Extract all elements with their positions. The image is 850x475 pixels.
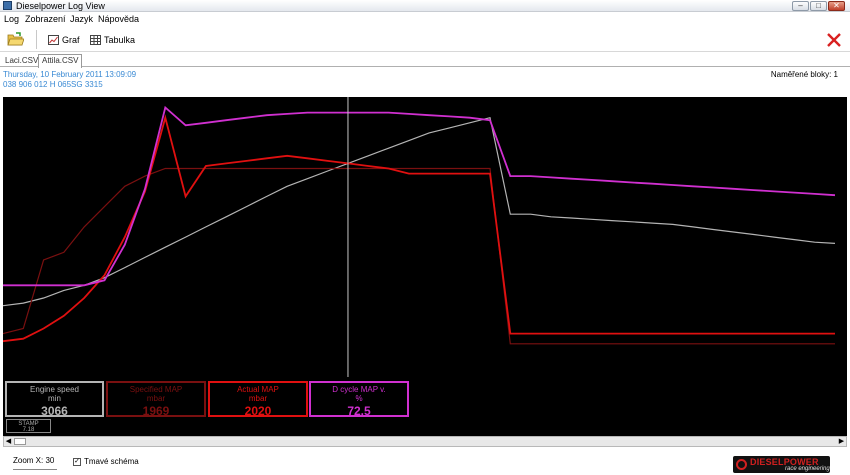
value-box-unit: mbar	[146, 394, 166, 403]
zoom-slider[interactable]	[13, 469, 57, 470]
scroll-right-arrow-icon[interactable]: ▶	[837, 438, 846, 445]
value-box-unit: min	[48, 394, 61, 403]
table-icon	[90, 35, 101, 45]
dark-scheme-checkbox[interactable]: ✓ Tmavé schéma	[73, 457, 139, 466]
duty-cycle-line	[3, 105, 836, 287]
measured-blocks: Naměřené bloky: 1	[770, 70, 838, 79]
dark-scheme-label: Tmavé schéma	[84, 457, 139, 466]
scroll-thumb[interactable]	[14, 438, 26, 445]
graph-button[interactable]: Graf	[48, 34, 80, 46]
value-box-actual-map: Actual MAP mbar 2020	[208, 381, 308, 418]
menu-log[interactable]: Log	[4, 14, 19, 24]
menu-language[interactable]: Jazyk	[70, 14, 93, 24]
value-box-specified-map: Specified MAP mbar 1969	[106, 381, 206, 418]
graph-icon	[48, 35, 59, 45]
stamp-box: STAMP 7.18	[6, 419, 51, 433]
value-box-value: 1969	[142, 404, 170, 418]
engine-speed-line	[3, 116, 836, 307]
file-tabs: Laci.CSV Attila.CSV	[0, 53, 850, 68]
scroll-left-arrow-icon[interactable]: ◀	[4, 438, 13, 445]
close-window-button[interactable]: ✕	[828, 1, 845, 11]
value-box-engine-speed: Engine speed min 3066	[5, 381, 104, 418]
log-chart[interactable]: Engine speed min 3066 Specified MAP mbar…	[3, 97, 847, 436]
value-box-value: 72.5	[347, 404, 371, 418]
tab-attila-csv[interactable]: Attila.CSV	[38, 54, 83, 68]
toolbar-separator	[36, 30, 37, 49]
app-icon	[3, 1, 12, 10]
checkbox-checked-icon[interactable]: ✓	[73, 457, 81, 466]
value-box-duty-cycle: D cycle MAP v. % 72.5	[309, 381, 409, 418]
value-box-unit: %	[355, 394, 363, 403]
value-box-unit: mbar	[248, 394, 268, 403]
tab-laci-csv[interactable]: Laci.CSV	[2, 55, 41, 67]
dieselpower-logo: DIESELPOWER race engineering	[733, 456, 830, 473]
menu-view[interactable]: Zobrazení	[25, 14, 66, 24]
log-date: Thursday, 10 February 2011 13:09:09	[3, 70, 137, 79]
value-box-title: Engine speed	[30, 385, 79, 394]
close-log-icon[interactable]	[826, 32, 842, 48]
ecu-info: 038 906 012 H 065SG 3315	[3, 80, 103, 89]
table-button-label: Tabulka	[104, 35, 136, 45]
table-button[interactable]: Tabulka	[90, 34, 135, 46]
maximize-button[interactable]: □	[810, 1, 827, 11]
specified-map-line	[3, 167, 835, 345]
menu-bar: Log Zobrazení Jazyk Nápověda	[0, 13, 850, 26]
logo-tagline: race engineering	[785, 466, 830, 472]
chart-scrollbar[interactable]: ◀ ▶	[3, 436, 847, 447]
open-folder-icon[interactable]	[7, 32, 24, 46]
zoom-label: Zoom X: 30	[13, 456, 55, 465]
logo-emblem-icon	[736, 459, 747, 470]
toolbar: Graf Tabulka	[0, 27, 850, 52]
stamp-value: 7.18	[22, 427, 35, 433]
title-bar: Dieselpower Log View – □ ✕	[0, 0, 850, 12]
minimize-button[interactable]: –	[792, 1, 809, 11]
menu-help[interactable]: Nápověda	[98, 14, 139, 24]
value-box-title: D cycle MAP v.	[332, 385, 386, 394]
value-box-value: 3066	[41, 404, 68, 418]
value-box-title: Actual MAP	[237, 385, 279, 394]
value-box-title: Specified MAP	[129, 385, 183, 394]
graph-button-label: Graf	[62, 35, 80, 45]
value-box-value: 2020	[244, 404, 272, 418]
window-title: Dieselpower Log View	[16, 1, 105, 11]
status-bar: Zoom X: 30 ✓ Tmavé schéma DIESELPOWER ra…	[0, 451, 850, 475]
